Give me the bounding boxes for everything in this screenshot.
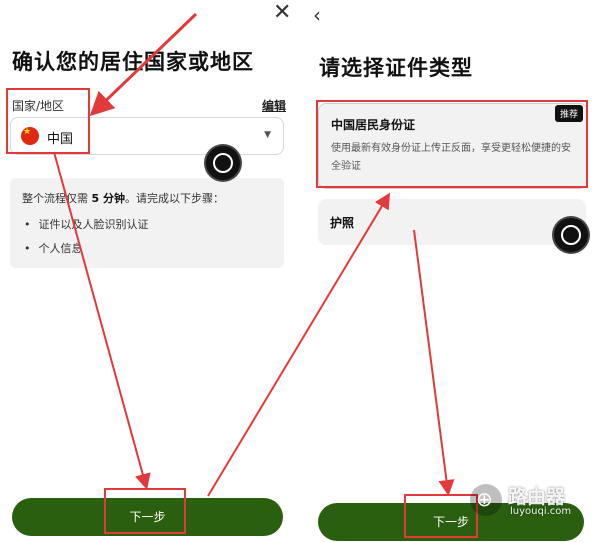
option-title: 中国居民身份证 xyxy=(331,118,416,132)
dropdown-caret-icon: ▼ xyxy=(264,130,271,140)
country-confirm-screen: ✕ 确认您的居住国家或地区 国家/地区 编辑 ★ 中国 ▼ 整个流程仅需 5 分… xyxy=(0,0,300,542)
tap-indicator xyxy=(554,218,588,252)
document-type-screen: ‹ 请选择证件类型 推荐 中国居民身份证 使用最新有效身份证上传正反面，享受更轻… xyxy=(300,0,600,542)
china-flag-icon: ★ xyxy=(21,127,39,145)
recommended-badge: 推荐 xyxy=(554,105,583,122)
watermark: 路由器 luyouqi.com xyxy=(470,480,595,524)
country-select-value: 中国 xyxy=(47,132,74,147)
router-logo-icon xyxy=(470,484,502,516)
step-item: 个人信息 xyxy=(24,240,83,256)
page-title: 请选择证件类型 xyxy=(319,56,473,80)
option-title: 护照 xyxy=(330,216,355,230)
steps-info-box: 整个流程仅需 5 分钟。请完成以下步骤： 证件以及人脸识别认证 个人信息 xyxy=(10,178,284,268)
edit-link[interactable]: 编辑 xyxy=(262,97,286,114)
close-icon[interactable]: ✕ xyxy=(273,2,291,24)
watermark-domain: luyouqi.com xyxy=(510,506,572,517)
country-select[interactable]: ★ 中国 ▼ xyxy=(10,117,284,155)
id-card-option[interactable]: 推荐 中国居民身份证 使用最新有效身份证上传正反面，享受更轻松便捷的安全验证 xyxy=(318,103,588,189)
passport-option[interactable]: 护照 xyxy=(318,199,586,245)
page-title: 确认您的居住国家或地区 xyxy=(12,50,254,74)
tap-indicator xyxy=(206,146,240,180)
next-button[interactable]: 下一步 xyxy=(12,498,283,536)
country-label: 国家/地区 xyxy=(12,99,65,113)
steps-intro: 整个流程仅需 5 分钟。请完成以下步骤： xyxy=(22,192,224,205)
option-description: 使用最新有效身份证上传正反面，享受更轻松便捷的安全验证 xyxy=(331,143,571,172)
back-chevron-icon[interactable]: ‹ xyxy=(313,5,321,25)
watermark-name: 路由器 xyxy=(508,486,566,508)
step-item: 证件以及人脸识别认证 xyxy=(24,216,149,232)
